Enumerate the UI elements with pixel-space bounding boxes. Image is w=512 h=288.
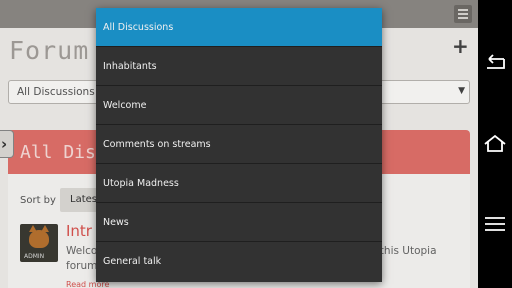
back-icon: [487, 54, 505, 69]
dropdown-item-news[interactable]: News: [96, 203, 382, 242]
dropdown-item-inhabitants[interactable]: Inhabitants: [96, 47, 382, 86]
dropdown-item-label: Comments on streams: [103, 139, 211, 150]
home-button[interactable]: [478, 127, 512, 161]
dropdown-item-label: Inhabitants: [103, 61, 157, 72]
dropdown-item-welcome[interactable]: Welcome: [96, 86, 382, 125]
dropdown-item-general-talk[interactable]: General talk: [96, 242, 382, 281]
dropdown-item-label: All Discussions: [103, 22, 174, 33]
category-dropdown-list: All Discussions Inhabitants Welcome Comm…: [96, 8, 382, 282]
dropdown-item-label: Welcome: [103, 100, 147, 111]
home-icon: [484, 134, 506, 152]
dropdown-item-label: News: [103, 217, 129, 228]
dropdown-item-label: Utopia Madness: [103, 178, 179, 189]
back-button[interactable]: [478, 47, 512, 81]
dropdown-item-label: General talk: [103, 256, 162, 267]
android-nav-bar: [478, 0, 512, 288]
menu-icon: [485, 217, 505, 231]
dropdown-item-utopia-madness[interactable]: Utopia Madness: [96, 164, 382, 203]
dropdown-item-all-discussions[interactable]: All Discussions: [96, 8, 382, 47]
menu-button[interactable]: [478, 207, 512, 241]
dropdown-item-comments-on-streams[interactable]: Comments on streams: [96, 125, 382, 164]
